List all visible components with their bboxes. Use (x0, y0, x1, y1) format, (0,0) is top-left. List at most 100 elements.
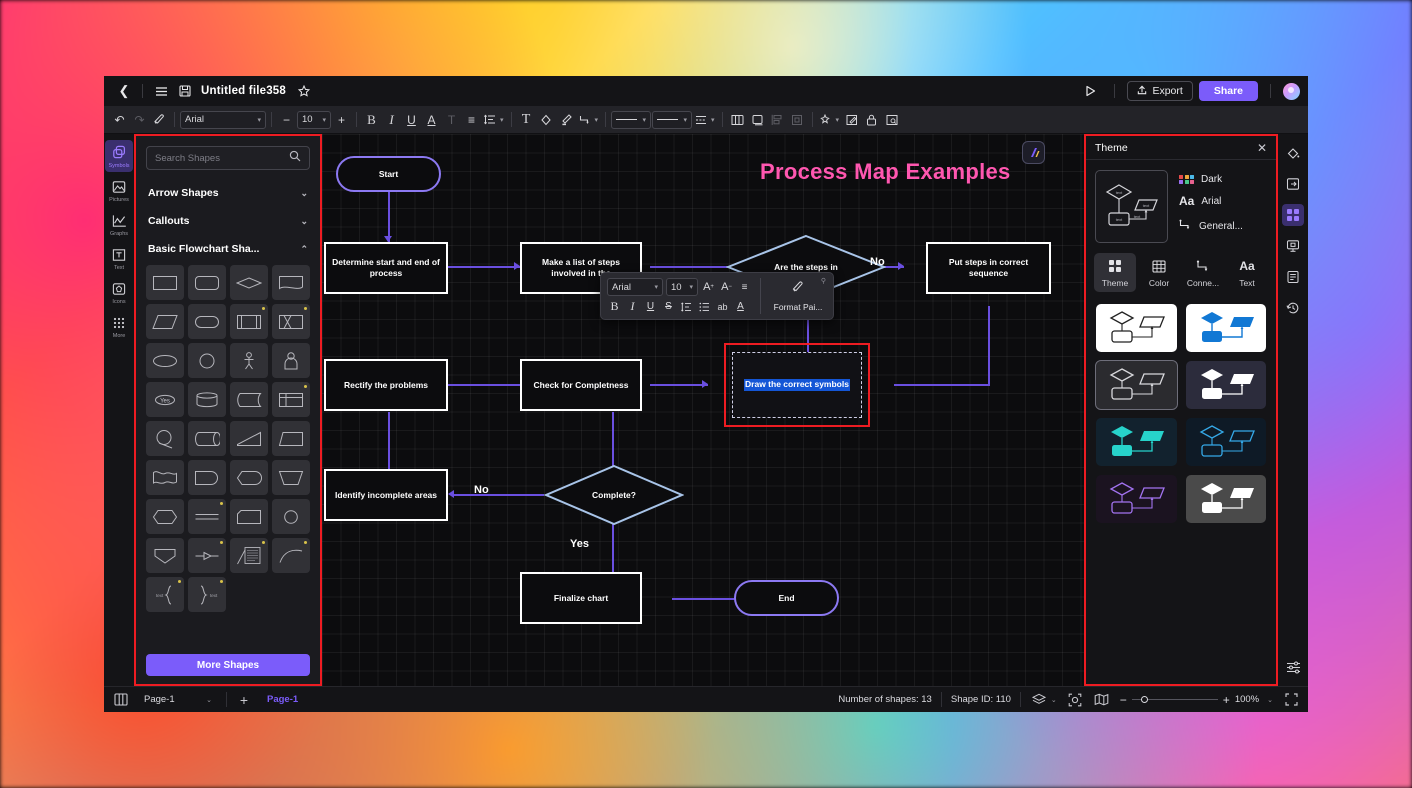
theme-card-dark-gray[interactable] (1095, 360, 1178, 410)
settings-sliders-icon[interactable] (1282, 656, 1304, 678)
node-finalize-chart[interactable]: Finalize chart (520, 572, 642, 624)
shape-document[interactable] (272, 265, 310, 300)
hamburger-menu-icon[interactable] (149, 80, 173, 102)
search-input[interactable] (155, 152, 289, 164)
theme-card-light-white[interactable] (1096, 304, 1177, 352)
shape-connector-circle[interactable] (272, 499, 310, 534)
shape-card[interactable] (230, 499, 268, 534)
node-draw-correct-symbols[interactable]: Draw the correct symbols (732, 352, 862, 418)
shape-divided-bar[interactable] (188, 499, 226, 534)
share-button[interactable]: Share (1198, 81, 1258, 101)
font-color-button[interactable]: A (422, 110, 441, 130)
node-rectify-problems[interactable]: Rectify the problems (324, 359, 448, 411)
zoom-in-button[interactable]: + (1223, 693, 1230, 707)
zoom-out-button[interactable]: − (1120, 693, 1127, 707)
shrink-font-button[interactable]: A − (719, 280, 734, 295)
sidebar-item-symbols[interactable]: Symbols (105, 140, 133, 172)
chevron-down-icon[interactable]: ⌄ (1051, 696, 1057, 704)
duplicate-button[interactable] (748, 110, 767, 130)
lock-icon[interactable] (862, 110, 881, 130)
shape-stored-data[interactable] (230, 382, 268, 417)
node-put-steps-sequence[interactable]: Put steps in correct sequence (926, 242, 1051, 294)
sidebar-item-graphs[interactable]: Graphs (105, 208, 133, 240)
shape-trapezoid[interactable] (272, 421, 310, 456)
theme-grid-icon[interactable] (1282, 204, 1304, 226)
tab-theme[interactable]: Theme (1094, 253, 1136, 292)
shape-actor-person[interactable] (230, 343, 268, 378)
shape-predefined-process[interactable] (230, 304, 268, 339)
shape-circle[interactable] (188, 343, 226, 378)
align-objects-button[interactable] (768, 110, 787, 130)
text-box-button[interactable]: T (517, 110, 536, 130)
mini-bold-button[interactable]: B (607, 299, 622, 314)
format-painter-icon[interactable] (150, 110, 169, 130)
close-icon[interactable]: ✕ (1257, 141, 1267, 155)
mini-italic-button[interactable]: I (625, 299, 640, 314)
add-page-button[interactable]: + (235, 691, 253, 709)
italic-button[interactable]: I (382, 110, 401, 130)
shape-merge-arrow[interactable] (188, 538, 226, 573)
section-basic-flowchart-shapes[interactable]: Basic Flowchart Sha... ⌃ (146, 235, 310, 263)
fullscreen-icon[interactable] (1282, 691, 1300, 709)
layers-icon[interactable] (1030, 691, 1048, 709)
shape-curve[interactable] (272, 538, 310, 573)
theme-color-row[interactable]: Dark (1179, 174, 1243, 185)
list-style-button[interactable]: ▾ (693, 110, 717, 130)
more-shapes-button[interactable]: More Shapes (146, 654, 310, 676)
theme-card-navy-white[interactable] (1185, 361, 1266, 409)
font-size-select[interactable]: 10 ▾ (297, 110, 331, 129)
font-family-select[interactable]: Arial ▾ (180, 110, 266, 129)
section-arrow-shapes[interactable]: Arrow Shapes ⌄ (146, 179, 310, 207)
panel-toggle-icon[interactable] (112, 691, 130, 709)
tab-color[interactable]: Color (1138, 253, 1180, 292)
theme-card-purple[interactable] (1096, 475, 1177, 523)
align-button[interactable]: ≡ (462, 110, 481, 130)
mini-line-spacing-button[interactable] (679, 299, 694, 314)
canvas-title-text[interactable]: Process Map Examples (760, 159, 1011, 185)
play-triangle-icon[interactable] (1078, 80, 1102, 102)
theme-card-teal[interactable] (1096, 418, 1177, 466)
page-tab-page-1[interactable]: Page-1 (261, 694, 304, 705)
sidebar-item-icons[interactable]: Icons (105, 276, 133, 308)
star-icon[interactable] (292, 80, 316, 102)
shape-left-brace[interactable]: text (146, 577, 184, 612)
distribute-button[interactable] (788, 110, 807, 130)
mini-font-family-select[interactable]: Arial ▾ (607, 278, 663, 296)
bold-button[interactable]: B (362, 110, 381, 130)
theme-font-row[interactable]: Aa Arial (1179, 194, 1243, 208)
decrease-font-button[interactable]: − (277, 110, 296, 130)
theme-card-cyan-outline[interactable] (1185, 418, 1266, 466)
shape-delay[interactable] (188, 460, 226, 495)
shape-database-cylinder[interactable] (188, 382, 226, 417)
chevron-down-icon[interactable]: ⌄ (1267, 696, 1273, 704)
shape-hexagon-preparation[interactable] (146, 499, 184, 534)
shape-manual-operation[interactable] (230, 421, 268, 456)
format-painter-group[interactable]: ⚲ Format Pai... (769, 278, 827, 314)
clear-format-button[interactable]: T (442, 110, 461, 130)
shape-manual-input[interactable] (272, 460, 310, 495)
node-check-completeness[interactable]: Check for Completness (520, 359, 642, 411)
export-button[interactable]: Export (1127, 81, 1193, 101)
mini-font-size-select[interactable]: 10 ▾ (666, 278, 698, 296)
node-complete-decision[interactable]: Complete? (544, 464, 684, 526)
map-icon[interactable] (1093, 691, 1111, 709)
back-icon[interactable]: ❮ (112, 80, 136, 102)
node-end[interactable]: End (734, 580, 839, 616)
theme-preview-thumbnail[interactable]: text text text text (1095, 170, 1168, 243)
focus-icon[interactable] (1066, 691, 1084, 709)
pen-button[interactable] (557, 110, 576, 130)
grow-font-button[interactable]: A + (701, 280, 716, 295)
mini-font-color-button[interactable]: A (733, 299, 748, 314)
shape-decision-diamond[interactable] (230, 265, 268, 300)
shape-table[interactable] (272, 382, 310, 417)
shape-process-rect[interactable] (146, 265, 184, 300)
shape-circle-connector[interactable] (146, 421, 184, 456)
save-disk-icon[interactable] (173, 80, 197, 102)
sidebar-item-pictures[interactable]: Pictures (105, 174, 133, 206)
mini-bullets-button[interactable] (697, 299, 712, 314)
shape-rounded-rect[interactable] (188, 265, 226, 300)
node-start[interactable]: Start (336, 156, 441, 192)
edit-button[interactable] (842, 110, 861, 130)
mini-align-button[interactable]: ≡ (737, 280, 752, 295)
theme-card-gray-white[interactable] (1185, 475, 1266, 523)
